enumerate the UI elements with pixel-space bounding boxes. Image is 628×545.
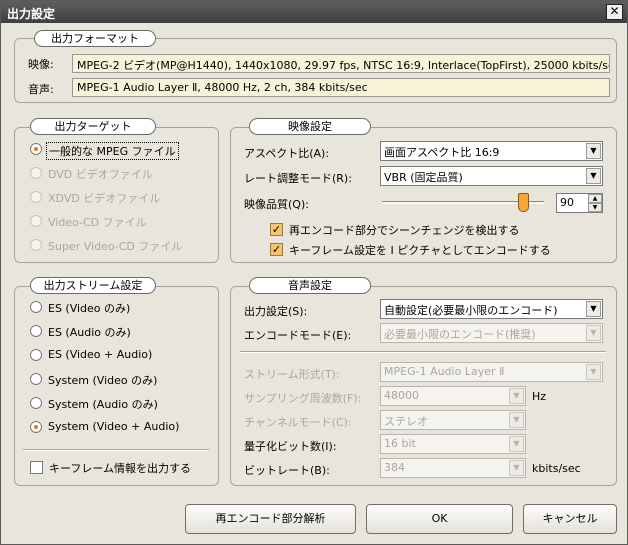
stream-option-label: System (Video のみ) [48,374,158,387]
chevron-down-icon: ▼ [586,168,601,184]
sampling-unit: Hz [532,390,547,403]
quantize-bits-select: 16 bit ▼ [380,434,526,454]
stream-format-label: ストリーム形式(T): [244,368,340,381]
aspect-label: アスペクト比(A): [244,147,330,160]
title-bar: 出力設定 ✕ [1,1,627,23]
sampling-label: サンプリング周波数(F): [244,392,362,405]
spin-down-icon[interactable]: ▼ [588,203,602,212]
stream-format-value: MPEG-1 Audio Layer Ⅱ [384,365,505,378]
ok-button[interactable]: OK [366,504,513,534]
audio-format-label: 音声: [28,83,54,96]
target-option-label: Super Video-CD ファイル [48,240,183,253]
chevron-down-icon: ▼ [586,143,601,159]
target-option-label: Video-CD ファイル [48,216,147,229]
checkmark-icon: ✓ [270,243,283,256]
audio-group-title: 音声設定 [249,277,371,294]
audio-output-label: 出力設定(S): [244,305,308,318]
radio-icon [30,191,42,203]
target-option-label: XDVD ビデオファイル [48,192,161,205]
target-option-label: 一般的な MPEG ファイル [46,142,179,160]
radio-icon [30,301,42,313]
chevron-down-icon: ▼ [509,412,524,428]
quantize-bits-value: 16 bit [384,437,416,450]
stream-group-separator [23,449,209,451]
checkmark-icon: ✓ [270,223,283,236]
audio-group-separator [240,351,606,353]
stream-option-label: ES (Audio のみ) [48,326,131,339]
radio-icon [30,397,42,409]
scene-change-label: 再エンコード部分でシーンチェンジを検出する [289,224,520,237]
chevron-down-icon: ▼ [509,460,524,476]
rate-mode-value: VBR (固定品質) [384,171,463,184]
radio-icon [30,325,42,337]
quality-label: 映像品質(Q): [244,198,309,211]
chevron-down-icon: ▼ [586,301,601,317]
checkbox-icon [30,461,43,474]
stream-option-label: ES (Video + Audio) [48,348,153,361]
output-settings-dialog: 出力設定 ✕ 出力フォーマット 映像: MPEG-2 ビデオ(MP@H1440)… [0,0,628,545]
stream-option-label: System (Audio のみ) [48,398,158,411]
radio-icon [30,239,42,251]
stream-group-title: 出力ストリーム設定 [30,277,156,294]
encode-mode-select: 必要最小限のエンコード(推奨) ▼ [380,323,603,343]
analyze-reencode-button[interactable]: 再エンコード部分解析 [185,504,356,534]
rate-mode-select[interactable]: VBR (固定品質) ▼ [380,166,603,186]
audio-output-select[interactable]: 自動設定(必要最小限のエンコード) ▼ [380,299,603,319]
radio-selected-icon [30,143,42,155]
encode-mode-value: 必要最小限のエンコード(推奨) [384,328,536,341]
video-format-value: MPEG-2 ビデオ(MP@H1440), 1440x1080, 29.97 f… [72,54,610,73]
sampling-select: 48000 ▼ [380,386,526,406]
audio-format-value: MPEG-1 Audio Layer Ⅱ, 48000 Hz, 2 ch, 38… [72,78,610,97]
quality-spinbox[interactable]: 90 ▲ ▼ [556,193,603,213]
target-group-title: 出力ターゲット [30,118,156,135]
keyframe-info-label: キーフレーム情報を出力する [49,462,192,475]
channel-mode-value: ステレオ [384,415,428,428]
radio-icon [30,167,42,179]
chevron-down-icon: ▼ [509,436,524,452]
close-button[interactable]: ✕ [606,4,623,20]
radio-icon [30,215,42,227]
stream-option-label: ES (Video のみ) [48,302,131,315]
channel-mode-select: ステレオ ▼ [380,410,526,430]
radio-selected-icon [30,421,42,433]
channel-mode-label: チャンネルモード(C): [244,416,352,429]
quality-value: 90 [560,196,574,209]
close-icon: ✕ [609,4,620,18]
sampling-value: 48000 [384,389,419,402]
keyframe-ipicture-label: キーフレーム設定を I ピクチャとしてエンコードする [289,244,551,257]
radio-icon [30,349,42,361]
slider-thumb[interactable] [517,193,529,212]
video-group-title: 映像設定 [249,118,371,135]
target-option-label: DVD ビデオファイル [48,168,153,181]
encode-mode-label: エンコードモード(E): [244,329,352,342]
stream-option-label: System (Video + Audio) [48,420,180,433]
spin-up-icon[interactable]: ▲ [588,194,602,203]
radio-icon [30,373,42,385]
aspect-select[interactable]: 画面アスペクト比 16:9 ▼ [380,141,603,161]
cancel-button[interactable]: キャンセル [523,504,617,534]
bitrate-select: 384 ▼ [380,458,526,478]
bitrate-unit: kbits/sec [532,462,581,475]
stream-format-select: MPEG-1 Audio Layer Ⅱ ▼ [380,362,603,382]
window-title: 出力設定 [7,7,56,21]
rate-mode-label: レート調整モード(R): [244,172,352,185]
quantize-bits-label: 量子化ビット数(I): [244,440,337,453]
audio-output-value: 自動設定(必要最小限のエンコード) [384,304,558,317]
chevron-down-icon: ▼ [509,388,524,404]
aspect-value: 画面アスペクト比 16:9 [384,146,500,159]
chevron-down-icon: ▼ [586,364,601,380]
bitrate-label: ビットレート(B): [244,464,330,477]
quality-slider[interactable] [380,192,548,214]
video-format-label: 映像: [28,58,54,71]
format-group-title: 出力フォーマット [34,30,156,47]
chevron-down-icon: ▼ [586,325,601,341]
bitrate-value: 384 [384,461,405,474]
